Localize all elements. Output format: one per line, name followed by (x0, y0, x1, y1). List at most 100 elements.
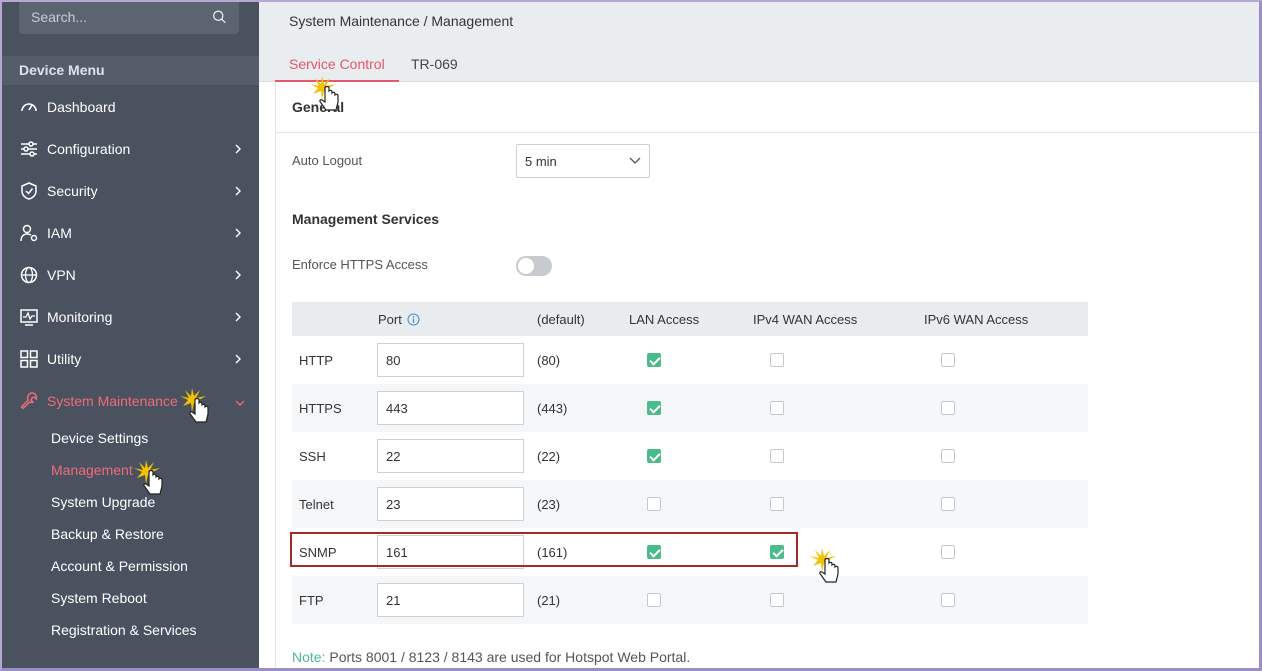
sidebar-subitem-management[interactable]: Management (51, 456, 133, 484)
sidebar-item-label: VPN (47, 267, 76, 283)
ipv4-access-checkbox[interactable] (770, 545, 784, 559)
lan-access-checkbox[interactable] (647, 449, 661, 463)
ipv4-access-checkbox[interactable] (770, 449, 784, 463)
column-header-ipv6: IPv6 WAN Access (924, 312, 1029, 327)
service-name: SNMP (299, 545, 337, 560)
dashboard-icon (19, 97, 39, 117)
auto-logout-select[interactable]: 5 min (516, 144, 650, 178)
chevron-down-icon (235, 400, 245, 406)
chevron-right-icon (235, 354, 241, 364)
table-row: Telnet (23) (292, 480, 1088, 528)
page-header: System Maintenance / Management Service … (259, 0, 1262, 82)
ipv4-access-checkbox[interactable] (770, 593, 784, 607)
monitor-chart-icon (19, 307, 39, 327)
chevron-right-icon (235, 270, 241, 280)
ipv4-access-checkbox[interactable] (770, 401, 784, 415)
column-header-ipv4: IPv4 WAN Access (753, 312, 858, 327)
hotspot-note: Note: Ports 8001 / 8123 / 8143 are used … (292, 649, 691, 665)
tab-service-control[interactable]: Service Control (275, 52, 399, 82)
port-input[interactable] (377, 535, 524, 569)
default-port: (22) (537, 449, 561, 464)
port-input[interactable] (377, 583, 524, 617)
sidebar: Device Menu Dashboard Configuration Secu… (0, 0, 259, 671)
sidebar-item-vpn[interactable]: VPN (0, 254, 259, 296)
lan-access-checkbox[interactable] (647, 497, 661, 511)
service-name: HTTP (299, 353, 333, 368)
globe-icon (19, 265, 39, 285)
sidebar-item-security[interactable]: Security (0, 170, 259, 212)
port-input[interactable] (377, 391, 524, 425)
enforce-https-label: Enforce HTTPS Access (292, 257, 428, 272)
service-name: Telnet (299, 497, 334, 512)
ipv4-access-checkbox[interactable] (770, 353, 784, 367)
user-gear-icon (19, 223, 39, 243)
ipv6-access-checkbox[interactable] (941, 449, 955, 463)
table-row: SSH (22) (292, 432, 1088, 480)
sidebar-item-utility[interactable]: Utility (0, 338, 259, 380)
search-icon[interactable] (212, 8, 227, 26)
ipv6-access-checkbox[interactable] (941, 545, 955, 559)
column-header-port: Port (378, 312, 420, 327)
info-icon[interactable] (407, 313, 420, 326)
sidebar-item-dashboard[interactable]: Dashboard (0, 86, 259, 128)
sidebar-subitem-system-upgrade[interactable]: System Upgrade (51, 488, 155, 516)
management-services-title: Management Services (292, 211, 440, 227)
default-port: (23) (537, 497, 561, 512)
wrench-icon (19, 391, 39, 411)
device-menu-title: Device Menu (0, 56, 259, 85)
sidebar-subitem-backup-restore[interactable]: Backup & Restore (51, 520, 164, 548)
ipv6-access-checkbox[interactable] (941, 593, 955, 607)
sliders-icon (19, 139, 39, 159)
sidebar-item-label: System Maintenance (47, 393, 178, 409)
grid-icon (19, 349, 39, 369)
port-input[interactable] (377, 487, 524, 521)
content-area: General Auto Logout 5 min Management Ser… (275, 83, 1262, 671)
column-header-default: (default) (537, 312, 585, 327)
sidebar-item-label: IAM (47, 225, 72, 241)
ipv6-access-checkbox[interactable] (941, 353, 955, 367)
ipv6-access-checkbox[interactable] (941, 401, 955, 415)
sidebar-item-configuration[interactable]: Configuration (0, 128, 259, 170)
sidebar-subitem-registration-services[interactable]: Registration & Services (51, 616, 197, 644)
chevron-right-icon (235, 186, 241, 196)
enforce-https-toggle[interactable] (516, 256, 552, 276)
sidebar-subitem-device-settings[interactable]: Device Settings (51, 424, 148, 452)
table-row: FTP (21) (292, 576, 1088, 624)
lan-access-checkbox[interactable] (647, 545, 661, 559)
auto-logout-value: 5 min (525, 153, 557, 169)
lan-access-checkbox[interactable] (647, 353, 661, 367)
sidebar-subitem-system-reboot[interactable]: System Reboot (51, 584, 147, 612)
sidebar-item-label: Utility (47, 351, 82, 367)
sidebar-item-label: Monitoring (47, 309, 113, 325)
chevron-right-icon (235, 228, 241, 238)
chevron-right-icon (235, 144, 241, 154)
default-port: (443) (537, 401, 568, 416)
column-header-lan: LAN Access (629, 312, 700, 327)
service-name: HTTPS (299, 401, 342, 416)
default-port: (80) (537, 353, 561, 368)
sidebar-item-iam[interactable]: IAM (0, 212, 259, 254)
chevron-down-icon (629, 157, 641, 164)
sidebar-item-system-maintenance[interactable]: System Maintenance (0, 380, 259, 422)
port-input[interactable] (377, 343, 524, 377)
sidebar-item-label: Configuration (47, 141, 131, 157)
service-name: SSH (299, 449, 326, 464)
search-input[interactable] (31, 9, 212, 25)
lan-access-checkbox[interactable] (647, 593, 661, 607)
table-header: Port (default) LAN Access IPv4 WAN Acces… (292, 302, 1088, 336)
tab-tr-069[interactable]: TR-069 (397, 52, 472, 82)
table-row: HTTP (80) (292, 336, 1088, 384)
default-port: (161) (537, 545, 568, 560)
auto-logout-label: Auto Logout (292, 153, 363, 168)
shield-icon (19, 181, 39, 201)
ipv6-access-checkbox[interactable] (941, 497, 955, 511)
default-port: (21) (537, 593, 561, 608)
port-input[interactable] (377, 439, 524, 473)
lan-access-checkbox[interactable] (647, 401, 661, 415)
sidebar-subitem-account-permission[interactable]: Account & Permission (51, 552, 188, 580)
sidebar-item-monitoring[interactable]: Monitoring (0, 296, 259, 338)
search-box[interactable] (19, 0, 239, 34)
ipv4-access-checkbox[interactable] (770, 497, 784, 511)
breadcrumb: System Maintenance / Management (289, 13, 514, 29)
divider (276, 132, 1262, 133)
